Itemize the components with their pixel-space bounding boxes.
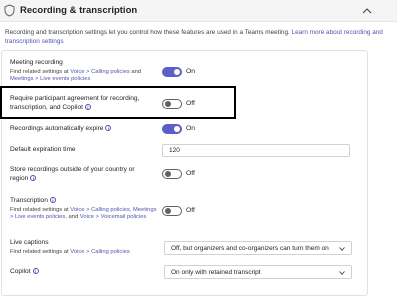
toggle-knob <box>164 171 171 177</box>
live-captions-related: Find related settings at Voice > Calling… <box>10 249 160 256</box>
info-icon[interactable]: i <box>30 174 37 181</box>
transcription-toggle[interactable] <box>162 206 182 216</box>
related-prefix: Find related settings at <box>10 207 69 213</box>
related-prefix: Find related settings at <box>10 249 69 255</box>
copilot-text: Copilot <box>10 268 31 275</box>
transcription-text: Transcription <box>10 197 48 204</box>
store-outside-state: Off <box>186 170 195 177</box>
highlight-box <box>0 86 236 119</box>
copilot-value: On only with retained transcript <box>171 269 261 276</box>
info-icon[interactable]: i <box>32 268 39 274</box>
related-and: and <box>131 69 142 75</box>
toggle-knob <box>174 126 180 132</box>
info-icon[interactable]: i <box>105 125 112 131</box>
auto-expire-toggle[interactable] <box>162 124 182 134</box>
calling-policies-link[interactable]: Voice > Calling policies, <box>70 207 131 213</box>
calling-policies-link[interactable]: Voice > Calling policies <box>70 69 129 75</box>
description-text: Recording and transcription settings let… <box>5 29 290 36</box>
toggle-knob <box>174 69 180 75</box>
expiration-time-label: Default expiration time <box>10 146 76 153</box>
related-prefix: Find related settings at <box>10 69 69 75</box>
voicemail-policies-link[interactable]: Voice > Voicemail policies <box>80 214 147 220</box>
store-outside-text: Store recordings outside of your country… <box>10 166 135 182</box>
meeting-recording-related: Find related settings at Voice > Calling… <box>10 69 160 84</box>
live-captions-value: Off, but organizers and co-organizers ca… <box>171 245 329 252</box>
copilot-label: Copilot i <box>10 268 39 277</box>
live-captions-label: Live captions <box>10 239 49 246</box>
store-outside-label: Store recordings outside of your country… <box>10 166 150 183</box>
shield-icon <box>4 4 15 17</box>
chevron-down-icon <box>339 271 345 275</box>
meeting-recording-toggle[interactable] <box>162 67 182 77</box>
info-icon[interactable]: i <box>49 197 56 203</box>
expiration-time-input[interactable]: 120 <box>162 144 350 157</box>
section-title: Recording & transcription <box>20 5 138 16</box>
toggle-knob <box>164 208 171 214</box>
section-header: Recording & transcription <box>0 0 397 22</box>
chevron-down-icon <box>339 247 345 251</box>
calling-policies-link[interactable]: Voice > Calling policies <box>70 249 129 255</box>
auto-expire-text: Recordings automatically expire <box>10 125 104 132</box>
transcription-label: Transcription i <box>10 197 56 206</box>
meeting-recording-label: Meeting recording <box>10 59 63 66</box>
auto-expire-label: Recordings automatically expire i <box>10 125 112 134</box>
copilot-select[interactable]: On only with retained transcript <box>164 265 352 279</box>
transcription-state: Off <box>186 207 195 214</box>
related-and: and <box>68 214 79 221</box>
chevron-up-icon[interactable] <box>362 7 372 14</box>
transcription-related: Find related settings at Voice > Calling… <box>10 207 160 222</box>
store-outside-toggle[interactable] <box>162 169 182 179</box>
section-description: Recording and transcription settings let… <box>5 28 390 46</box>
live-events-policies-link[interactable]: Meetings > Live events policies <box>10 76 90 82</box>
auto-expire-state: On <box>186 125 196 132</box>
live-captions-select[interactable]: Off, but organizers and co-organizers ca… <box>164 241 352 255</box>
meeting-recording-state: On <box>186 68 196 75</box>
